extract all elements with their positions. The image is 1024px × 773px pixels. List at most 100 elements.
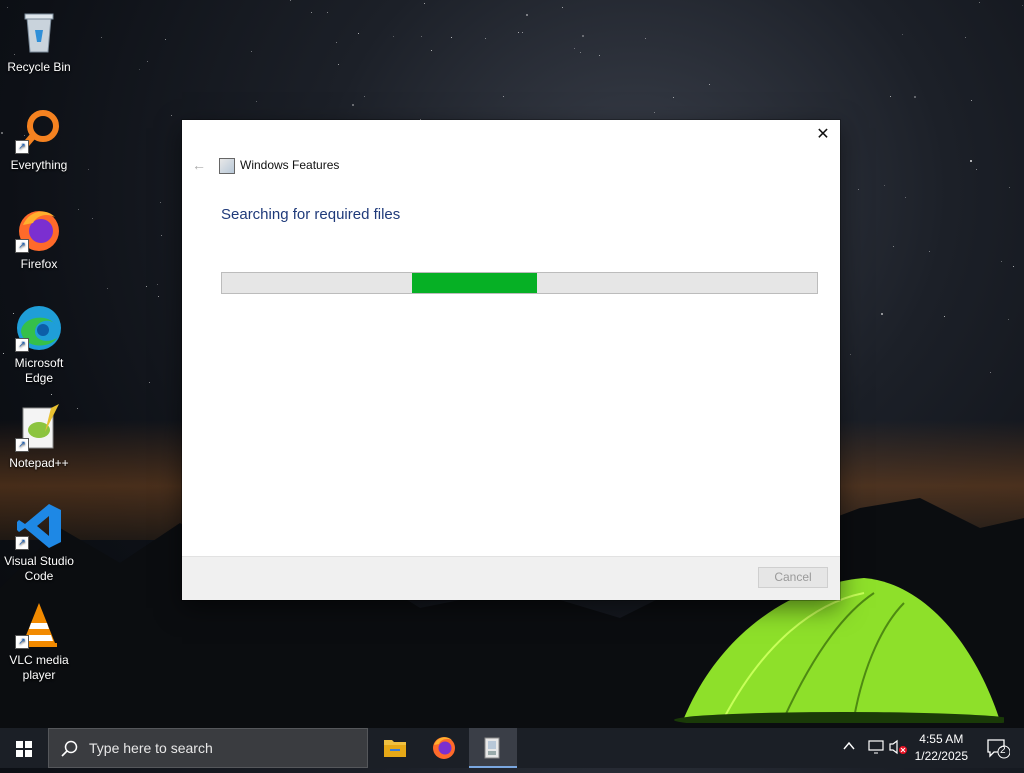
desktop-icon-everything[interactable]: ↗ Everything [2,106,76,173]
action-center-button[interactable]: 2 [986,737,1011,759]
star [451,37,452,38]
star [338,64,339,65]
show-hidden-icons-chevron[interactable] [842,739,856,756]
star [890,96,891,97]
star [147,61,148,62]
star [51,394,52,395]
desktop-icon-firefox[interactable]: ↗ Firefox [2,205,76,272]
cancel-button[interactable]: Cancel [758,567,828,588]
star [352,104,354,106]
taskbar-clock[interactable]: 4:55 AM 1/22/2025 [915,731,968,765]
chevron-up-icon [843,741,855,750]
network-tray[interactable] [868,739,886,758]
windows-features-dialog: ✕ ← Windows Features Searching for requi… [182,120,840,600]
windows-features-icon [219,158,235,174]
star [645,38,646,39]
star [979,2,980,3]
notification-count: 2 [1000,745,1006,756]
taskbar-search-box[interactable]: Type here to search [48,728,368,768]
star [92,218,93,219]
taskbar: Type here to search 4:55 AM 1/22/2025 2 [0,728,1024,768]
desktop-icon-vlc[interactable]: ↗ VLC media player [2,601,76,683]
back-button[interactable]: ← [192,157,206,173]
taskbar-app-firefox[interactable] [420,728,468,768]
windows-logo-icon [16,741,32,757]
star [562,7,563,8]
star [673,97,674,98]
close-button[interactable]: ✕ [812,124,834,146]
star [161,235,162,236]
shortcut-arrow-icon: ↗ [15,536,29,550]
vlc-icon: ↗ [15,601,63,649]
desktop-icon-edge[interactable]: ↗ Microsoft Edge [2,304,76,386]
volume-muted-icon [889,739,907,755]
clock-time: 4:55 AM [919,732,964,746]
star [157,284,158,285]
star [358,33,359,34]
edge-icon: ↗ [15,304,63,352]
star [858,189,859,190]
volume-tray[interactable] [888,739,908,758]
star [393,36,394,37]
star [976,169,977,170]
desktop-icon-label: Visual Studio Code [4,554,74,583]
star [574,48,575,49]
star [1008,319,1009,320]
star [1001,261,1002,262]
star [580,52,581,53]
star [88,169,89,170]
star [970,160,972,162]
star [251,51,252,52]
star [884,185,885,186]
clock-date: 1/22/2025 [914,749,968,763]
taskbar-app-file-explorer[interactable] [371,728,419,768]
desktop-icon-vscode[interactable]: ↗ Visual Studio Code [2,502,76,584]
star [526,14,528,16]
dialog-title: Windows Features [240,158,340,172]
star [902,34,903,35]
star [1009,187,1010,188]
firefox-icon: ↗ [15,205,63,253]
network-icon [868,740,884,754]
star [160,202,161,203]
back-arrow-icon: ← [192,157,206,173]
star [990,372,991,373]
notification-icon [987,739,1011,759]
everything-search-icon: ↗ [15,106,63,154]
vscode-icon: ↗ [15,502,63,550]
star [256,101,257,102]
windows-features-icon [484,737,500,759]
star [78,209,79,210]
star [290,0,291,1]
star [77,408,78,409]
start-button[interactable] [0,728,48,768]
desktop-icon-label: VLC media player [9,653,69,682]
search-placeholder: Type here to search [89,740,213,756]
star [421,36,422,37]
status-heading: Searching for required files [221,206,401,223]
shortcut-arrow-icon: ↗ [15,239,29,253]
recycle-bin-icon [15,8,63,56]
star [914,96,916,98]
star [1022,5,1023,6]
star [965,37,966,38]
file-explorer-icon [384,740,406,757]
shortcut-arrow-icon: ↗ [15,338,29,352]
desktop-icon-label: Notepad++ [9,456,69,470]
star [599,55,600,56]
star [582,35,584,37]
desktop-icon-label: Firefox [20,257,58,271]
firefox-icon [433,737,455,759]
desktop-icon-recycle-bin[interactable]: Recycle Bin [2,8,76,75]
taskbar-app-windows-features[interactable] [469,728,517,768]
star [171,115,172,116]
star [146,286,147,287]
desktop-icon-notepadpp[interactable]: ↗ Notepad++ [2,404,76,471]
star [158,296,159,297]
star [709,84,710,85]
star [336,42,337,43]
star [893,246,894,247]
shortcut-arrow-icon: ↗ [15,635,29,649]
desktop-icon-label: Microsoft Edge [14,356,64,385]
star [518,32,519,33]
